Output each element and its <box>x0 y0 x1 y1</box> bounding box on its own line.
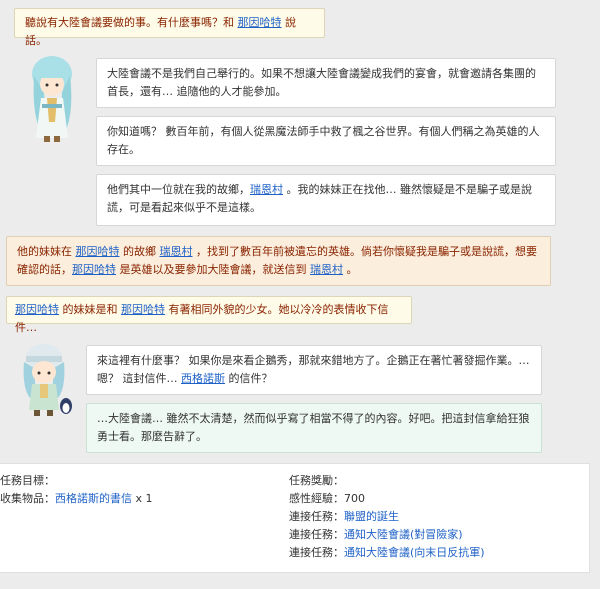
narration-1-text-d: 是英雄以及要參加大陸會議，就送信到 <box>116 263 310 276</box>
reward-title: 任務獎勵： <box>289 474 344 487</box>
npc-link-neinheart-2[interactable]: 那因哈特 <box>76 245 120 258</box>
npc-dialog-1-text: 大陸會議不是我們自己舉行的。如果不想讓大陸會議變成我們的宴會，就會邀請各集團的首… <box>107 67 536 98</box>
npc-link-neinheart-3[interactable]: 那因哈特 <box>72 263 116 276</box>
npc-dialog-3: 他們其中一位就在我的故鄉，瑞恩村 。我的妹妹正在找他… 雖然懷疑是不是騙子或是說… <box>96 174 556 226</box>
linked-quest-label: 連接任務： <box>289 546 344 559</box>
map-link-rien[interactable]: 瑞恩村 <box>250 183 283 196</box>
npc-portrait-sister <box>14 338 74 418</box>
npc-dialog-3-text: 他們其中一位就在我的故鄉， <box>107 183 250 196</box>
npc-dialog-2-text: 你知道嗎？ 數百年前，有個人從黑魔法師手中救了楓之谷世界。有個人們稱之為英雄的人… <box>107 125 540 156</box>
narration-1-text-e: 。 <box>343 263 358 276</box>
npc-dialog-5: …大陸會議… 雖然不太清楚，然而似乎寫了相當不得了的內容。好吧。把這封信拿給狂狼… <box>86 403 542 453</box>
intro-dialog: 聽說有大陸會議要做的事。有什麼事嗎？和 那因哈特 說話。 <box>14 8 325 47</box>
narration-2-text: 的妹妹是和 <box>59 303 121 316</box>
map-link-rien-2[interactable]: 瑞恩村 <box>160 245 193 258</box>
linked-quest-label: 連接任務： <box>289 510 344 523</box>
npc-dialog-5-text: …大陸會議… 雖然不太清楚，然而似乎寫了相當不得了的內容。好吧。把這封信拿給狂狼… <box>97 412 530 443</box>
exp-label: 感性經驗： <box>289 492 344 505</box>
linked-quest-link-2[interactable]: 通知大陸會議(對冒險家) <box>344 528 463 541</box>
narration-box-1: 他的妹妹在 那因哈特 的故鄉 瑞恩村 ，找到了數百年前被遺忘的英雄。倘若你懷疑我… <box>6 236 551 286</box>
exp-row: 感性經驗：700 <box>289 490 589 508</box>
collect-row: 收集物品：西格諾斯的書信 x 1 <box>0 490 280 508</box>
npc-dialog-4-text: 來這裡有什麼事？ 如果你是來看企鵝秀，那就來錯地方了。企鵝正在著忙著發掘作業。…… <box>97 354 530 385</box>
npc-link-neinheart-4[interactable]: 那因哈特 <box>15 303 59 316</box>
exp-value: 700 <box>344 492 365 505</box>
npc-dialog-4: 來這裡有什麼事？ 如果你是來看企鵝秀，那就來錯地方了。企鵝正在著忙著發掘作業。…… <box>86 345 542 395</box>
npc-link-neinheart-5[interactable]: 那因哈特 <box>121 303 165 316</box>
narration-box-2: 那因哈特 的妹妹是和 那因哈特 有著相同外貌的少女。她以冷冷的表情收下信件… <box>6 296 412 334</box>
item-link-cygnus-letter[interactable]: 西格諾斯的書信 <box>55 492 132 505</box>
collect-qty: x 1 <box>135 492 153 505</box>
quest-info-panel: 任務目標： 收集物品：西格諾斯的書信 x 1 任務獎勵： 感性經驗：700 連接… <box>0 463 590 573</box>
linked-quest-link-1[interactable]: 聯盟的誕生 <box>344 510 399 523</box>
npc-portrait-neinheart <box>22 52 82 144</box>
npc-dialog-1: 大陸會議不是我們自己舉行的。如果不想讓大陸會議變成我們的宴會，就會邀請各集團的首… <box>96 58 556 108</box>
narration-1-text-b: 的故鄉 <box>119 245 160 258</box>
npc-dialog-2: 你知道嗎？ 數百年前，有個人從黑魔法師手中救了楓之谷世界。有個人們稱之為英雄的人… <box>96 116 556 166</box>
intro-text: 聽說有大陸會議要做的事。有什麼事嗎？和 <box>25 16 238 29</box>
narration-1-text: 他的妹妹在 <box>17 245 76 258</box>
npc-dialog-4-text-end: 的信件？ <box>225 372 273 385</box>
linked-quest-link-3[interactable]: 通知大陸會議(向末日反抗軍) <box>344 546 485 559</box>
objective-title: 任務目標： <box>0 474 55 487</box>
npc-link-cygnus[interactable]: 西格諾斯 <box>181 372 225 385</box>
map-link-rien-3[interactable]: 瑞恩村 <box>310 263 343 276</box>
quest-objective-column: 任務目標： 收集物品：西格諾斯的書信 x 1 <box>0 472 280 508</box>
linked-quest-row: 連接任務：通知大陸會議(對冒險家) <box>289 526 589 544</box>
quest-reward-column: 任務獎勵： 感性經驗：700 連接任務：聯盟的誕生 連接任務：通知大陸會議(對冒… <box>289 472 589 562</box>
linked-quest-row: 連接任務：聯盟的誕生 <box>289 508 589 526</box>
linked-quest-label: 連接任務： <box>289 528 344 541</box>
collect-label: 收集物品： <box>0 492 55 505</box>
linked-quest-row: 連接任務：通知大陸會議(向末日反抗軍) <box>289 544 589 562</box>
npc-link-neinheart[interactable]: 那因哈特 <box>238 16 282 29</box>
